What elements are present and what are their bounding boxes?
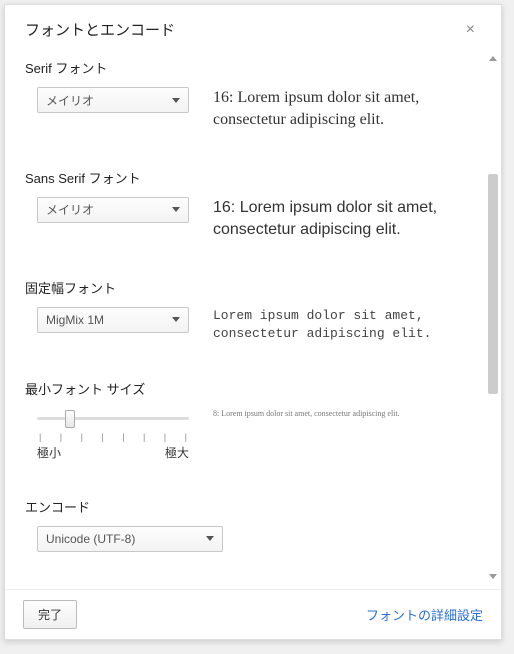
monospace-font-select[interactable]: MigMix 1M bbox=[37, 307, 189, 333]
chevron-down-icon bbox=[172, 98, 180, 103]
sans-serif-font-value: メイリオ bbox=[46, 201, 94, 218]
sans-serif-label: Sans Serif フォント bbox=[25, 168, 481, 187]
scroll-down-icon[interactable] bbox=[489, 574, 497, 579]
dialog-body: Serif フォント メイリオ 16: Lorem ipsum dolor si… bbox=[5, 48, 501, 589]
monospace-label: 固定幅フォント bbox=[25, 278, 481, 297]
scrollbar[interactable] bbox=[487, 54, 499, 583]
encoding-select[interactable]: Unicode (UTF-8) bbox=[37, 526, 223, 552]
min-font-size-preview: 8: Lorem ipsum dolor sit amet, consectet… bbox=[213, 408, 481, 419]
done-button[interactable]: 完了 bbox=[23, 600, 77, 629]
close-icon[interactable]: × bbox=[460, 20, 481, 40]
chevron-down-icon bbox=[172, 207, 180, 212]
encoding-label: エンコード bbox=[25, 497, 481, 516]
serif-label: Serif フォント bbox=[25, 58, 481, 77]
monospace-section: 固定幅フォント MigMix 1M Lorem ipsum dolor sit … bbox=[25, 278, 481, 343]
encoding-section: エンコード Unicode (UTF-8) bbox=[25, 497, 481, 552]
fonts-encoding-dialog: フォントとエンコード × Serif フォント メイリオ 16: Lorem i… bbox=[4, 4, 502, 640]
min-font-size-slider[interactable] bbox=[37, 408, 189, 430]
serif-font-select[interactable]: メイリオ bbox=[37, 87, 189, 113]
slider-thumb[interactable] bbox=[65, 410, 75, 428]
slider-ticks: |||||||| bbox=[37, 432, 189, 442]
advanced-font-settings-link[interactable]: フォントの詳細設定 bbox=[366, 605, 483, 624]
chevron-down-icon bbox=[172, 317, 180, 322]
dialog-title: フォントとエンコード bbox=[25, 19, 175, 40]
slider-min-label: 極小 bbox=[37, 444, 61, 461]
slider-max-label: 極大 bbox=[165, 444, 189, 461]
sans-serif-section: Sans Serif フォント メイリオ 16: Lorem ipsum dol… bbox=[25, 168, 481, 242]
monospace-font-value: MigMix 1M bbox=[46, 313, 104, 327]
monospace-preview: Lorem ipsum dolor sit amet, consectetur … bbox=[213, 307, 481, 343]
scroll-up-icon[interactable] bbox=[489, 56, 497, 61]
dialog-footer: 完了 フォントの詳細設定 bbox=[5, 589, 501, 639]
serif-preview: 16: Lorem ipsum dolor sit amet, consecte… bbox=[213, 87, 481, 132]
serif-section: Serif フォント メイリオ 16: Lorem ipsum dolor si… bbox=[25, 58, 481, 132]
sans-serif-preview: 16: Lorem ipsum dolor sit amet, consecte… bbox=[213, 197, 481, 242]
min-font-size-section: 最小フォント サイズ |||||||| 極小 bbox=[25, 379, 481, 461]
encoding-value: Unicode (UTF-8) bbox=[46, 532, 135, 546]
chevron-down-icon bbox=[206, 536, 214, 541]
dialog-header: フォントとエンコード × bbox=[5, 5, 501, 48]
slider-rail bbox=[37, 417, 189, 420]
scrollbar-thumb[interactable] bbox=[488, 174, 498, 394]
serif-font-value: メイリオ bbox=[46, 92, 94, 109]
sans-serif-font-select[interactable]: メイリオ bbox=[37, 197, 189, 223]
min-font-size-label: 最小フォント サイズ bbox=[25, 379, 481, 398]
slider-labels: 極小 極大 bbox=[37, 444, 189, 461]
